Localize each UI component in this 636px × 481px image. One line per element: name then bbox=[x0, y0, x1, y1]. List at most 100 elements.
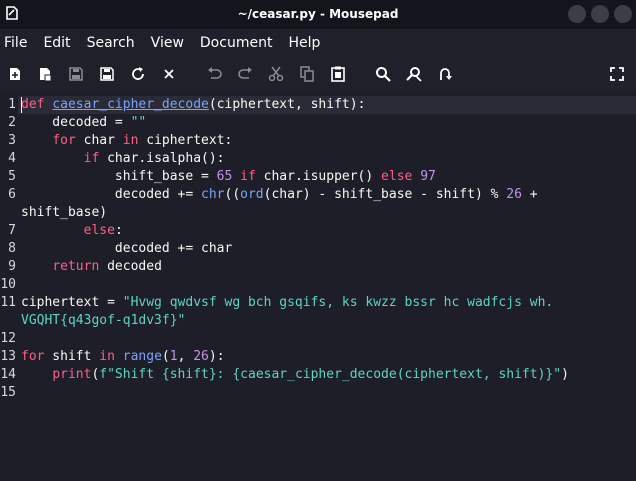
line-number: 5 bbox=[8, 169, 16, 184]
save-as-button[interactable] bbox=[96, 63, 118, 85]
close-icon bbox=[164, 69, 174, 79]
line-number: 15 bbox=[0, 385, 16, 400]
code-line: VGQHT{q43gof-q1dv3f}" bbox=[21, 312, 185, 330]
code-token: 26 bbox=[193, 349, 209, 364]
line-number: 8 bbox=[8, 241, 16, 256]
code-token: else bbox=[381, 169, 413, 184]
reload-button[interactable] bbox=[127, 63, 149, 85]
code-token: print bbox=[52, 367, 92, 382]
menu-search[interactable]: Search bbox=[87, 35, 135, 51]
code-token: chr bbox=[201, 187, 225, 202]
save-icon bbox=[69, 67, 83, 81]
code-token: def bbox=[21, 97, 45, 112]
code-token: , bbox=[177, 349, 194, 364]
code-token: decoded += char bbox=[21, 241, 233, 256]
code-token: decoded = bbox=[21, 115, 131, 130]
code-token: "" bbox=[130, 115, 147, 130]
menu-help[interactable]: Help bbox=[288, 35, 320, 51]
code-line: for char in ciphertext: bbox=[21, 132, 232, 150]
code-line: shift_base) bbox=[21, 204, 107, 222]
find-button[interactable] bbox=[372, 63, 394, 85]
code-line: else: bbox=[21, 222, 123, 240]
code-line: shift_base = 65 if char.isupper() else 9… bbox=[21, 168, 436, 186]
copy-icon bbox=[300, 66, 314, 82]
menu-bar: File Edit Search View Document Help bbox=[0, 29, 636, 57]
code-token: f"Shift {shift}: {caesar_cipher_decode(c… bbox=[99, 367, 562, 382]
code-token: char.isupper() bbox=[255, 169, 382, 184]
code-token: if bbox=[83, 151, 100, 166]
code-token: shift_base = bbox=[21, 169, 217, 184]
code-token: + bbox=[521, 187, 538, 202]
title-bar: ~/ceasar.py - Mousepad bbox=[0, 0, 636, 29]
line-number: 3 bbox=[8, 133, 16, 148]
menu-document[interactable]: Document bbox=[200, 35, 273, 51]
code-token: shift bbox=[44, 349, 100, 364]
fullscreen-button[interactable] bbox=[606, 63, 628, 85]
code-token: return bbox=[52, 259, 100, 274]
line-number: 9 bbox=[8, 259, 16, 274]
code-token: (ciphertext, shift): bbox=[208, 97, 366, 112]
code-line: decoded += chr((ord(char) - shift_base -… bbox=[21, 186, 538, 204]
menu-view[interactable]: View bbox=[151, 35, 184, 51]
line-number: 1 bbox=[8, 97, 16, 112]
code-token: ciphertext = bbox=[21, 295, 123, 310]
code-line: def caesar_cipher_decode(ciphertext, shi… bbox=[21, 96, 365, 114]
code-token: ): bbox=[208, 349, 225, 364]
code-line: print(f"Shift {shift}: {caesar_cipher_de… bbox=[21, 366, 569, 384]
text-caret bbox=[21, 97, 22, 113]
search-icon bbox=[376, 67, 391, 82]
code-token: decoded += bbox=[21, 187, 202, 202]
code-line: if char.isalpha(): bbox=[21, 150, 225, 168]
code-token: "Hvwg qwdvsf wg bch gsqifs, ks kwzz bssr… bbox=[122, 295, 554, 310]
undo-icon bbox=[208, 67, 222, 79]
new-window-button[interactable] bbox=[34, 63, 56, 85]
goto-line-button[interactable] bbox=[434, 63, 456, 85]
code-token: ord bbox=[240, 187, 264, 202]
code-token: caesar_cipher_decode bbox=[52, 97, 209, 112]
code-line: decoded += char bbox=[21, 240, 232, 258]
undo-button[interactable] bbox=[204, 63, 226, 85]
paste-button[interactable] bbox=[327, 63, 349, 85]
code-token: 26 bbox=[506, 187, 522, 202]
close-window-button[interactable] bbox=[614, 5, 632, 23]
code-token: in bbox=[99, 349, 115, 364]
line-number-gutter: 1 2 3 4 5 6 7 8 9 10 11 12 13 14 15 bbox=[0, 92, 18, 481]
paste-icon bbox=[331, 66, 345, 82]
close-document-button[interactable] bbox=[158, 63, 180, 85]
copy-button[interactable] bbox=[296, 63, 318, 85]
redo-button[interactable] bbox=[234, 63, 256, 85]
minimize-button[interactable] bbox=[568, 5, 586, 23]
code-token: in bbox=[122, 133, 139, 148]
code-token: for bbox=[21, 349, 45, 364]
toolbar bbox=[0, 57, 636, 91]
cut-button[interactable] bbox=[265, 63, 287, 85]
menu-file[interactable]: File bbox=[4, 35, 27, 51]
code-line: decoded = "" bbox=[21, 114, 146, 132]
code-token: (( bbox=[224, 187, 241, 202]
code-token: else bbox=[83, 223, 115, 238]
code-token: 65 bbox=[216, 169, 233, 184]
line-number: 7 bbox=[8, 223, 16, 238]
code-token: (char) - shift_base - shift) % bbox=[263, 187, 507, 202]
goto-icon bbox=[440, 68, 452, 80]
code-line: ciphertext = "Hvwg qwdvsf wg bch gsqifs,… bbox=[21, 294, 553, 312]
code-token: ) bbox=[561, 367, 569, 382]
code-token: : bbox=[114, 223, 123, 238]
find-replace-button[interactable] bbox=[403, 63, 425, 85]
code-token: VGQHT{q43gof-q1dv3f}" bbox=[21, 313, 186, 328]
new-file-button[interactable] bbox=[4, 63, 26, 85]
text-editor[interactable]: 1 2 3 4 5 6 7 8 9 10 11 12 13 14 15 def caesar_cipher_… bbox=[0, 92, 636, 481]
maximize-button[interactable] bbox=[591, 5, 609, 23]
menu-edit[interactable]: Edit bbox=[43, 35, 70, 51]
code-token: char.isalpha(): bbox=[99, 151, 225, 166]
code-token: char bbox=[75, 133, 123, 148]
save-button[interactable] bbox=[65, 63, 87, 85]
reload-icon bbox=[132, 67, 144, 80]
code-token: for bbox=[52, 133, 76, 148]
cut-icon bbox=[268, 66, 284, 82]
